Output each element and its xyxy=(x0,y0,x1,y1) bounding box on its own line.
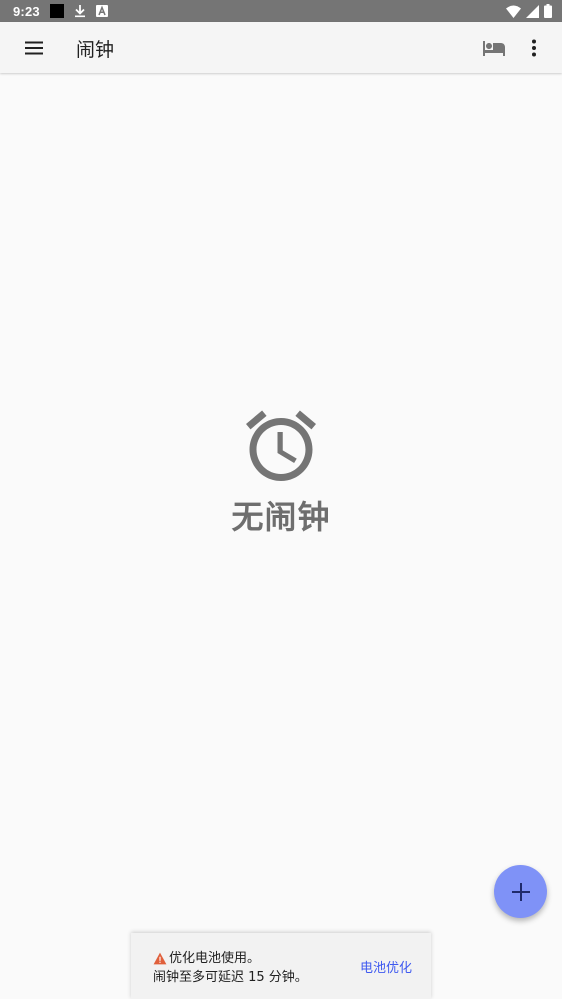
warning-icon xyxy=(153,952,167,965)
snackbar-title: 优化电池使用。 xyxy=(169,951,261,966)
snackbar-subtitle: 闹钟至多可延迟 15 分钟。 xyxy=(153,970,308,985)
status-bar-left: 9:23 xyxy=(13,4,108,19)
menu-button[interactable] xyxy=(22,36,46,60)
status-bar-right xyxy=(506,4,552,18)
notification-app-icon xyxy=(49,4,64,18)
signal-icon xyxy=(526,4,539,18)
alarm-clock-icon xyxy=(246,410,316,481)
more-options-button[interactable] xyxy=(522,36,546,60)
empty-state-label: 无闹钟 xyxy=(231,498,331,536)
bedtime-button[interactable] xyxy=(482,36,506,60)
snackbar-message: 优化电池使用。 闹钟至多可延迟 15 分钟。 xyxy=(153,949,308,987)
add-alarm-button[interactable] xyxy=(494,865,547,918)
download-icon xyxy=(74,4,86,18)
plus-icon xyxy=(511,882,530,901)
wifi-icon xyxy=(506,5,521,18)
battery-icon xyxy=(544,4,552,18)
menu-icon xyxy=(25,41,43,55)
status-time: 9:23 xyxy=(13,3,40,19)
status-bar: 9:23 xyxy=(0,0,562,22)
bed-icon xyxy=(483,41,505,56)
battery-optimization-action[interactable]: 电池优化 xyxy=(360,957,412,976)
app-bar: 闹钟 xyxy=(0,22,562,73)
page-title: 闹钟 xyxy=(76,39,115,61)
more-vert-icon xyxy=(532,39,536,57)
empty-state: 无闹钟 xyxy=(0,404,562,538)
snackbar-line-1: 优化电池使用。 xyxy=(153,949,308,968)
battery-optimization-snackbar: 优化电池使用。 闹钟至多可延迟 15 分钟。 电池优化 xyxy=(131,933,431,999)
font-app-icon xyxy=(95,5,108,17)
